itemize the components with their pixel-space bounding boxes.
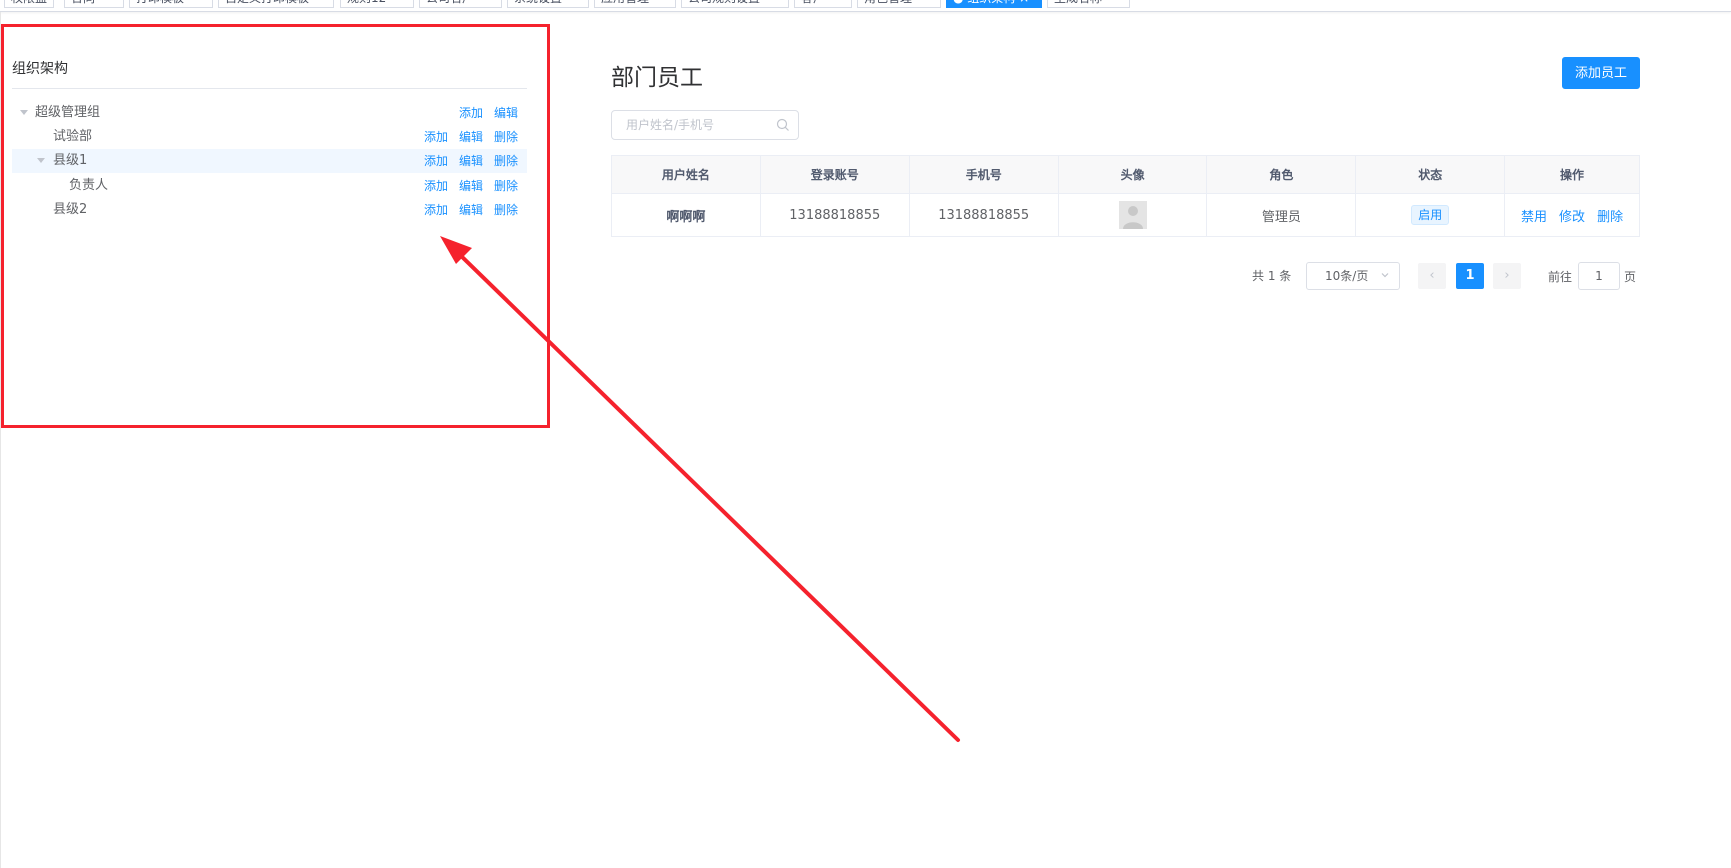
add-staff-button[interactable]: 添加员工 bbox=[1562, 57, 1640, 89]
page-1-button[interactable]: 1 bbox=[1456, 263, 1484, 289]
tag-0[interactable]: 权限监 bbox=[4, 0, 54, 8]
col-header-actions: 操作 bbox=[1504, 155, 1640, 194]
tag-12[interactable]: 生成名称 bbox=[1047, 0, 1130, 8]
pager-total: 共 1 条 bbox=[1252, 269, 1292, 283]
cell-role: 管理员 bbox=[1206, 193, 1357, 237]
org-title: 组织架构 bbox=[12, 61, 68, 77]
delete-link[interactable]: 删除 bbox=[1597, 210, 1623, 225]
cell-phone: 13188818855 bbox=[908, 193, 1059, 237]
search-icon[interactable] bbox=[776, 118, 790, 132]
tree-delete-link[interactable]: 删除 bbox=[494, 149, 518, 173]
tree-node-super-admin[interactable]: 超级管理组 添加 编辑 bbox=[12, 101, 527, 125]
table-row: 啊啊啊 13188818855 13188818855 管理员 启用 禁用 修改删… bbox=[611, 193, 1640, 237]
disable-link[interactable]: 禁用 bbox=[1521, 210, 1547, 225]
search-box bbox=[611, 110, 799, 140]
chevron-down-icon bbox=[1381, 273, 1389, 278]
tag-6[interactable]: 系统设置 bbox=[507, 0, 589, 8]
page-size-select[interactable]: 10条/页 bbox=[1306, 262, 1400, 290]
tree-node-county-1[interactable]: 县级1 添加 编辑 删除 bbox=[12, 149, 527, 173]
col-header-role: 角色 bbox=[1206, 155, 1357, 194]
page-suffix-label: 页 bbox=[1624, 270, 1637, 284]
tree-delete-link[interactable]: 删除 bbox=[494, 125, 518, 149]
tree-add-link[interactable]: 添加 bbox=[424, 174, 448, 198]
dept-staff-title: 部门员工 bbox=[611, 65, 703, 91]
tree-edit-link[interactable]: 编辑 bbox=[494, 101, 518, 125]
tag-9[interactable]: 客户 bbox=[794, 0, 852, 8]
cell-actions: 禁用 修改 删除 bbox=[1504, 193, 1640, 237]
tree-add-link[interactable]: 添加 bbox=[424, 149, 448, 173]
col-header-phone: 手机号 bbox=[908, 155, 1059, 194]
tree-add-link[interactable]: 添加 bbox=[424, 125, 448, 149]
edit-link[interactable]: 修改 bbox=[1559, 210, 1585, 225]
tree-node-label: 试验部 bbox=[53, 129, 93, 144]
tag-5[interactable]: 公司名户 bbox=[419, 0, 502, 8]
table-header-row: 用户姓名 登录账号 手机号 头像 角色 状态 操作 bbox=[611, 155, 1640, 194]
tag-7[interactable]: 应用管理 bbox=[594, 0, 676, 8]
col-header-status: 状态 bbox=[1355, 155, 1506, 194]
col-header-name: 用户姓名 bbox=[611, 155, 761, 194]
prev-page-button[interactable]: ‹ bbox=[1418, 263, 1446, 289]
status-badge: 启用 bbox=[1411, 205, 1450, 225]
tree-node-label: 超级管理组 bbox=[35, 105, 101, 120]
tree-edit-link[interactable]: 编辑 bbox=[459, 149, 483, 173]
user-silhouette-icon bbox=[1122, 206, 1143, 229]
goto-page-input[interactable] bbox=[1578, 262, 1620, 290]
staff-table: 用户姓名 登录账号 手机号 头像 角色 状态 操作 啊啊啊 1318881885… bbox=[611, 155, 1640, 237]
tree-delete-link[interactable]: 删除 bbox=[494, 174, 518, 198]
tag-3[interactable]: 自定义打印模板 bbox=[218, 0, 334, 8]
caret-down-icon[interactable] bbox=[20, 110, 28, 115]
cell-account: 13188818855 bbox=[759, 193, 910, 237]
tag-11-active[interactable]: ● 组织架构 × bbox=[946, 0, 1042, 8]
tags-view-bar: 权限监 合同 打印模板 自定义打印模板 规则12 公司名户 系统设置 应用管理 … bbox=[0, 0, 1731, 12]
page-size-value: 10条/页 bbox=[1325, 269, 1369, 283]
tree-node-label: 县级2 bbox=[53, 202, 88, 217]
tree-node-test-dept[interactable]: 试验部 添加 编辑 删除 bbox=[12, 125, 527, 149]
goto-label: 前往 bbox=[1548, 270, 1573, 284]
tag-10[interactable]: 角色管理 bbox=[857, 0, 941, 8]
cell-name: 啊啊啊 bbox=[611, 193, 761, 237]
next-page-button[interactable]: › bbox=[1493, 263, 1521, 289]
tree-node-county-2[interactable]: 县级2 添加 编辑 删除 bbox=[12, 198, 527, 222]
tree-edit-link[interactable]: 编辑 bbox=[459, 198, 483, 222]
tree-node-label: 县级1 bbox=[53, 153, 88, 168]
col-header-account: 登录账号 bbox=[759, 155, 910, 194]
tree-edit-link[interactable]: 编辑 bbox=[459, 174, 483, 198]
tree-delete-link[interactable]: 删除 bbox=[494, 198, 518, 222]
cell-status: 启用 bbox=[1355, 193, 1506, 237]
left-edge-line bbox=[0, 12, 1, 868]
tag-8[interactable]: 公司规则设置 bbox=[681, 0, 789, 8]
tag-2[interactable]: 打印模板 bbox=[129, 0, 213, 8]
tree-add-link[interactable]: 添加 bbox=[459, 101, 483, 125]
tree-add-link[interactable]: 添加 bbox=[424, 198, 448, 222]
tree-edit-link[interactable]: 编辑 bbox=[459, 125, 483, 149]
caret-down-icon[interactable] bbox=[37, 158, 45, 163]
search-input[interactable] bbox=[612, 111, 772, 139]
org-divider bbox=[12, 88, 527, 89]
tree-node-label: 负责人 bbox=[69, 178, 109, 193]
org-tree-panel: 组织架构 超级管理组 添加 编辑 试验部 添加 编辑 删除 县级1 添加 编辑 … bbox=[12, 40, 527, 420]
tag-4[interactable]: 规则12 bbox=[340, 0, 414, 8]
cell-avatar bbox=[1057, 193, 1208, 237]
avatar[interactable] bbox=[1118, 201, 1147, 229]
col-header-avatar: 头像 bbox=[1057, 155, 1208, 194]
tag-1[interactable]: 合同 bbox=[64, 0, 124, 8]
tree-node-owner[interactable]: 负责人 添加 编辑 删除 bbox=[12, 174, 527, 198]
